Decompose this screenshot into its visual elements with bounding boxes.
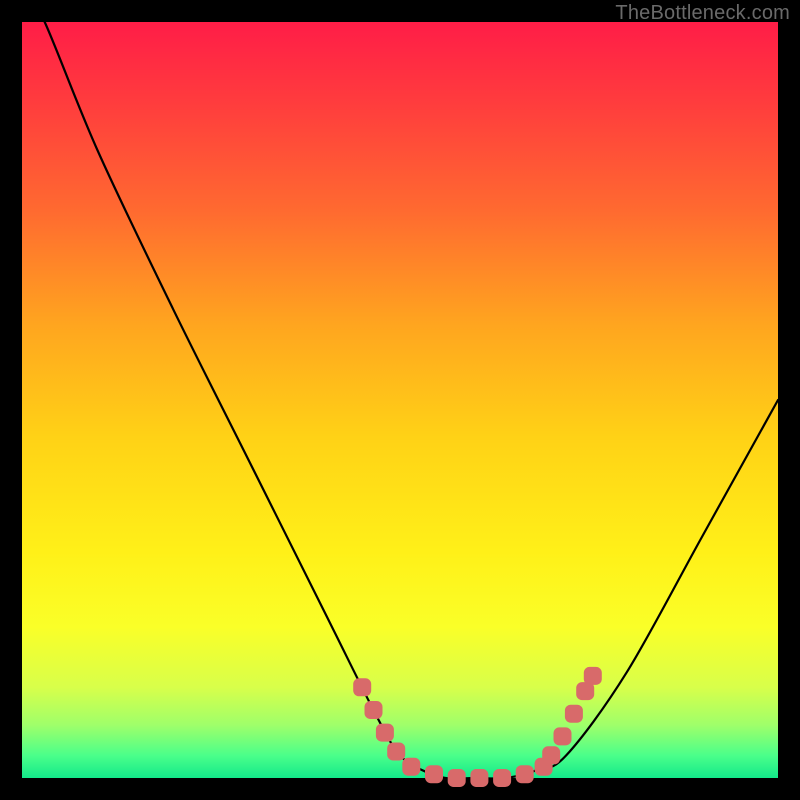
highlight-dot (565, 705, 583, 723)
highlight-dot (365, 701, 383, 719)
highlight-dot (387, 743, 405, 761)
highlight-dot (542, 746, 560, 764)
chart-frame: TheBottleneck.com (0, 0, 800, 800)
highlight-dot (516, 765, 534, 783)
highlight-dot (584, 667, 602, 685)
bottleneck-curve-path (22, 0, 778, 779)
highlight-dot (376, 724, 394, 742)
highlight-dot (493, 769, 511, 787)
highlight-dot (353, 678, 371, 696)
marker-layer (353, 667, 602, 787)
highlight-dot (554, 727, 572, 745)
highlight-dot (470, 769, 488, 787)
highlight-dot (402, 758, 420, 776)
highlight-dot (448, 769, 466, 787)
chart-svg (22, 22, 778, 778)
highlight-dot (425, 765, 443, 783)
plot-area (22, 22, 778, 778)
